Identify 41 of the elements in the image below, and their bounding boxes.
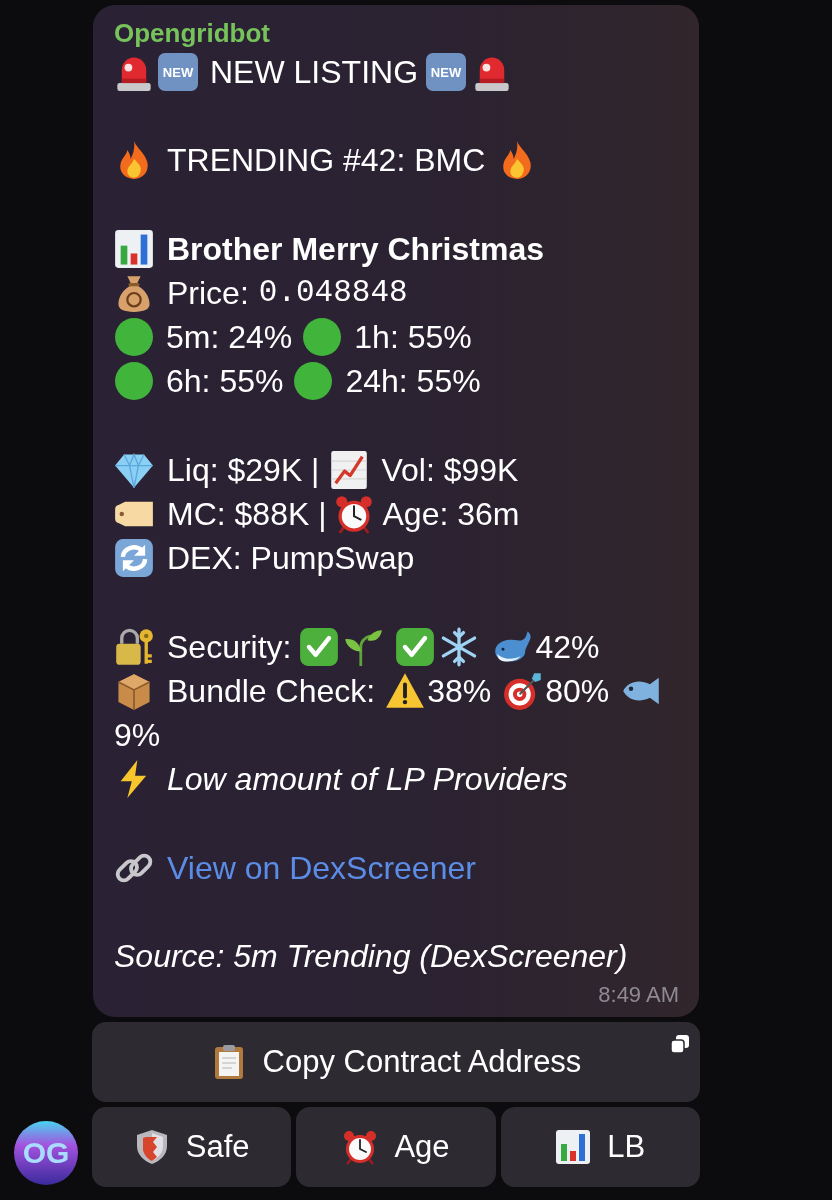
padlock-key-icon: [114, 626, 154, 667]
arrows-icon: [114, 538, 154, 579]
bar-chart-icon: [114, 228, 154, 269]
bundle-label: Bundle Check:: [167, 671, 376, 711]
price-value: 0.048848: [258, 274, 408, 312]
copy-icon: [670, 1034, 690, 1055]
share-text: 38%: [427, 671, 492, 711]
new-badge: NEW: [426, 53, 466, 92]
share-text: 9%: [114, 716, 161, 755]
keyboard-button[interactable]: Copy Contract Address: [92, 1022, 700, 1103]
keyboard-button[interactable]: Safe: [92, 1107, 292, 1188]
message-time: 8:49 AM: [598, 981, 679, 1010]
dexscreener-link[interactable]: View on DexScreener: [167, 845, 476, 890]
keyboard-button[interactable]: Age: [296, 1107, 496, 1188]
headline-text: NEW LISTING: [210, 53, 418, 92]
dex-text: DEX: PumpSwap: [167, 539, 415, 579]
age-text: Age: 36m: [382, 495, 520, 534]
share-text: 42%: [535, 627, 600, 667]
new-badge: NEW: [158, 53, 198, 92]
rising-chart-icon: [329, 449, 370, 490]
trending-text: TRENDING #42: BMC: [167, 141, 486, 181]
source-text: Source: 5m Trending (DexScreener): [114, 936, 628, 976]
target-icon: [503, 670, 544, 711]
alert-text: Low amount of LP Providers: [167, 760, 568, 800]
security-label: Security:: [167, 627, 292, 667]
market-cap-text: MC: $88K |: [167, 495, 327, 534]
change-text: 24h: 55%: [345, 362, 481, 402]
price-label: Price:: [167, 274, 249, 313]
keyboard-button[interactable]: LB: [500, 1107, 700, 1188]
bot-avatar[interactable]: OG: [14, 1121, 78, 1186]
volume-text: Vol: $99K: [381, 450, 519, 490]
token-name: Brother Merry Christmas: [167, 229, 544, 269]
liquidity-text: Liq: $29K |: [167, 450, 320, 490]
alarm-clock-icon: [334, 494, 375, 535]
share-text: 80%: [545, 671, 610, 711]
change-text: 6h: 55%: [166, 362, 284, 402]
change-text: 5m: 24%: [166, 318, 293, 358]
bar-chart-icon: [555, 1129, 592, 1166]
sender-name: Opengridbot: [114, 17, 271, 50]
change-text: 1h: 55%: [354, 318, 472, 358]
alarm-clock-icon: [342, 1129, 379, 1166]
